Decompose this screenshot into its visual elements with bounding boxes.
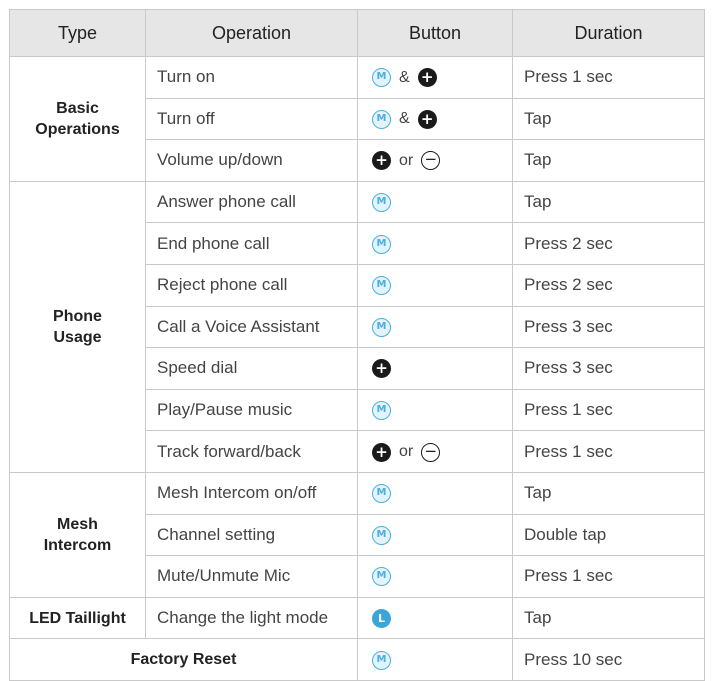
m-button-icon: M: [372, 109, 391, 129]
duration-cell: Press 1 sec: [512, 388, 705, 432]
duration-cell: Press 10 sec: [512, 638, 705, 681]
table-row: Factory Reset M Press 10 sec: [9, 638, 705, 681]
duration-cell: Press 1 sec: [512, 555, 705, 598]
operation-cell: Track forward/back: [145, 430, 358, 473]
operation-cell: Turn on: [145, 56, 358, 99]
l-button-icon: L: [372, 609, 391, 629]
button-cell: M: [357, 263, 513, 307]
header-operation: Operation: [145, 9, 358, 57]
m-button-icon: M: [372, 234, 391, 254]
button-cell: M: [357, 222, 513, 265]
m-button-icon: M: [372, 567, 391, 587]
header-duration: Duration: [512, 9, 705, 57]
minus-button-icon: −: [421, 151, 441, 171]
group-phone-usage: Phone Usage: [9, 180, 146, 473]
group-factory-reset: Factory Reset: [9, 638, 358, 681]
minus-button-icon: −: [421, 442, 441, 462]
m-button-icon: M: [372, 484, 391, 504]
table-row: LED Taillight Change the light mode L Ta…: [9, 596, 705, 640]
operation-cell: Mute/Unmute Mic: [145, 555, 358, 598]
duration-cell: Double tap: [512, 513, 705, 557]
operation-cell: Answer phone call: [145, 180, 358, 224]
m-button-icon: M: [372, 525, 391, 545]
duration-cell: Tap: [512, 471, 705, 515]
m-button-icon: M: [372, 193, 391, 213]
m-button-icon: M: [372, 68, 391, 88]
button-cell: L: [357, 596, 513, 640]
m-button-icon: M: [372, 401, 391, 421]
button-operations-table: Type Operation Button Duration Basic Ope…: [9, 9, 705, 681]
button-cell: +: [357, 347, 513, 390]
header-button: Button: [357, 9, 513, 57]
button-cell: M: [357, 555, 513, 598]
table-row: Mesh Intercom Mesh Intercom on/off M Tap: [9, 471, 705, 598]
button-cell: M: [357, 305, 513, 349]
plus-button-icon: +: [417, 68, 437, 88]
duration-cell: Tap: [512, 97, 705, 141]
conjunction: &: [399, 110, 410, 128]
group-basic-operations: Basic Operations: [9, 56, 146, 182]
table-row: Basic Operations Turn on M & + Press 1 sec: [9, 56, 705, 182]
operation-cell: Call a Voice Assistant: [145, 305, 358, 349]
button-cell: M: [357, 638, 513, 681]
button-cell: M: [357, 388, 513, 432]
duration-cell: Press 2 sec: [512, 222, 705, 265]
operation-cell: Reject phone call: [145, 263, 358, 307]
duration-cell: Tap: [512, 180, 705, 224]
plus-button-icon: +: [372, 359, 391, 379]
duration-cell: Press 2 sec: [512, 263, 705, 307]
plus-button-icon: +: [372, 151, 391, 171]
button-cell: + or −: [357, 139, 513, 182]
operation-cell: Channel setting: [145, 513, 358, 557]
duration-cell: Tap: [512, 139, 705, 182]
operation-cell: Mesh Intercom on/off: [145, 471, 358, 515]
conjunction: or: [399, 443, 414, 461]
button-cell: M: [357, 180, 513, 224]
conjunction: or: [399, 151, 414, 169]
operation-cell: Turn off: [145, 97, 358, 141]
button-cell: + or −: [357, 430, 513, 473]
button-cell: M: [357, 513, 513, 557]
duration-cell: Press 3 sec: [512, 305, 705, 349]
m-button-icon: M: [372, 650, 391, 670]
m-button-icon: M: [372, 317, 391, 337]
group-led-taillight: LED Taillight: [9, 596, 146, 640]
plus-button-icon: +: [372, 442, 391, 462]
table-row: Phone Usage Answer phone call M Tap: [9, 180, 705, 473]
button-cell: M: [357, 471, 513, 515]
operation-cell: Play/Pause music: [145, 388, 358, 432]
group-mesh-intercom: Mesh Intercom: [9, 471, 146, 598]
operation-cell: Change the light mode: [145, 596, 358, 640]
operation-cell: Volume up/down: [145, 139, 358, 182]
header-type: Type: [9, 9, 146, 57]
plus-button-icon: +: [417, 109, 437, 129]
button-cell: M & +: [357, 56, 513, 99]
duration-cell: Tap: [512, 596, 705, 640]
conjunction: &: [399, 68, 410, 86]
duration-cell: Press 1 sec: [512, 430, 705, 473]
duration-cell: Press 3 sec: [512, 347, 705, 390]
button-cell: M & +: [357, 97, 513, 141]
m-button-icon: M: [372, 276, 391, 296]
header-row: Type Operation Button Duration: [9, 9, 705, 57]
operation-cell: Speed dial: [145, 347, 358, 390]
duration-cell: Press 1 sec: [512, 56, 705, 99]
operation-cell: End phone call: [145, 222, 358, 265]
